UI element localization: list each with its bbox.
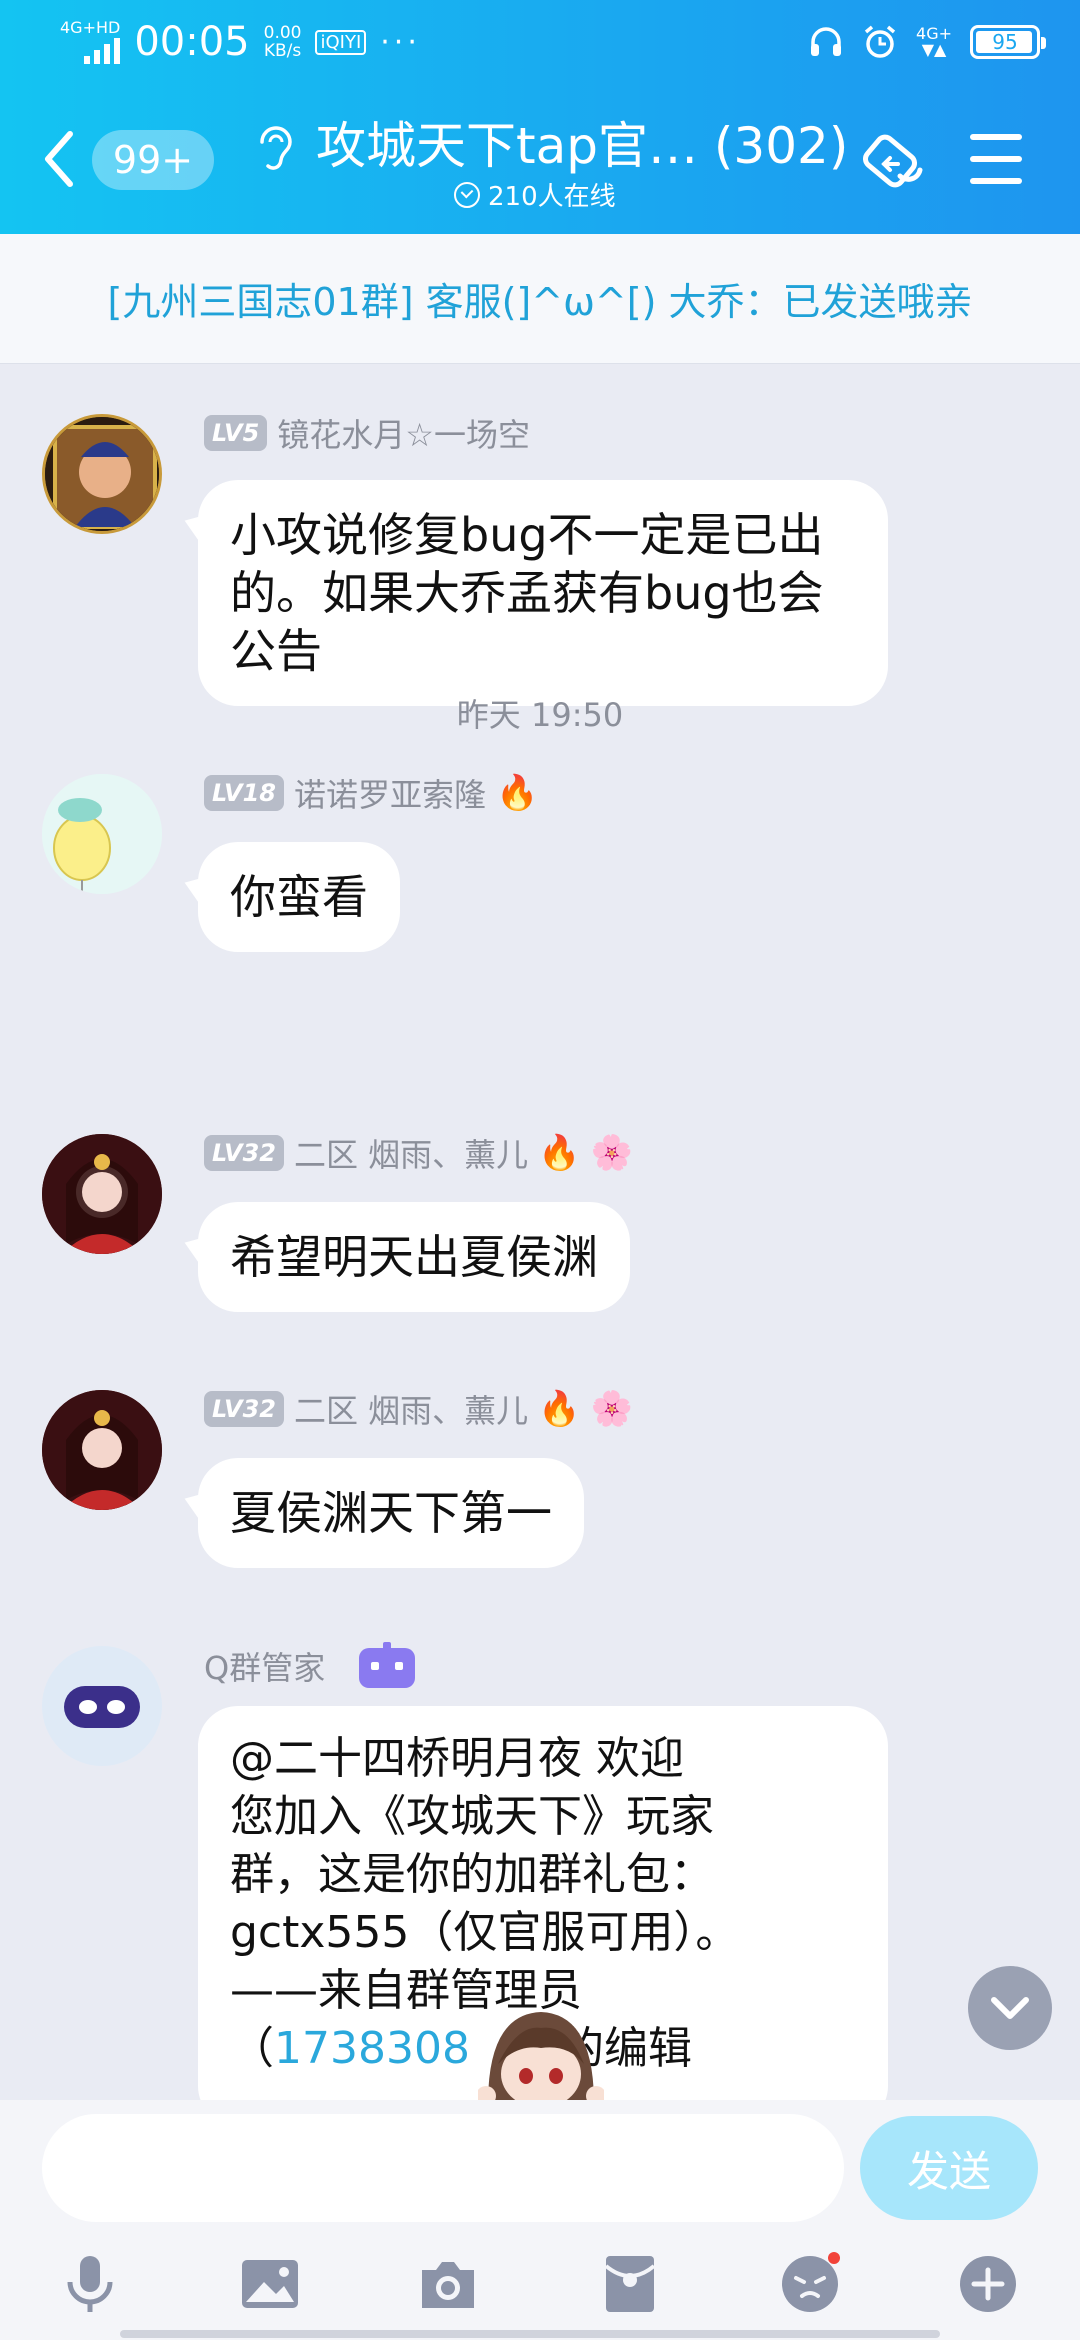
speed-unit: KB/s xyxy=(263,41,302,61)
network-speed: 0.00 KB/s xyxy=(264,24,302,60)
microphone-icon[interactable] xyxy=(58,2252,122,2316)
message-bubble[interactable]: 小攻说修复bug不一定是已出的。如果大乔孟获有bug也会公告 xyxy=(198,480,888,706)
message-line: 群，这是你的加群礼包： xyxy=(230,1849,714,1900)
sender-label: 二区 烟雨、薰儿 xyxy=(293,1136,529,1174)
level-badge: LV32 xyxy=(204,1391,284,1427)
flower-emoji-icon: 🌸 xyxy=(590,1133,633,1173)
group-title[interactable]: 攻城天下tap官… (302) xyxy=(316,106,848,178)
image-icon[interactable] xyxy=(238,2252,302,2316)
message-line: @二十四桥明月夜 欢迎 xyxy=(230,1733,684,1784)
alarm-icon xyxy=(864,25,896,58)
avatar-image xyxy=(45,417,159,531)
sender-label: 二区 烟雨、薰儿 xyxy=(293,1392,529,1430)
chat-header: 4G+HD 00:05 0.00 KB/s iQIYI ··· 4G+ ▼▲ 9… xyxy=(0,0,1080,234)
data-arrows-icon: ▼▲ xyxy=(921,40,947,59)
online-label: 210人在线 xyxy=(488,182,616,212)
avatar[interactable] xyxy=(42,1390,162,1510)
message-line: gctx555（仅官服可用）。 xyxy=(230,1907,740,1958)
floating-character-icon[interactable] xyxy=(478,2004,604,2100)
level-badge: LV32 xyxy=(204,1135,284,1171)
unread-count-badge[interactable]: 99+ xyxy=(92,130,214,190)
flower-emoji-icon: 🌸 xyxy=(590,1389,633,1429)
menu-icon[interactable] xyxy=(970,134,1022,184)
home-indicator xyxy=(120,2330,940,2338)
more-notifications: ··· xyxy=(380,24,421,60)
robot-badge-icon xyxy=(359,1642,416,1688)
iqiyi-icon: iQIYI xyxy=(315,29,367,55)
sender-label: 诺诺罗亚索隆 xyxy=(293,776,486,814)
level-badge: LV18 xyxy=(204,775,284,811)
sender-name: LV18 诺诺罗亚索隆 🔥 xyxy=(204,770,538,816)
fire-icon: 🔥 xyxy=(495,773,539,813)
signal-icon xyxy=(84,36,121,64)
send-button[interactable]: 发送 xyxy=(860,2116,1038,2220)
sender-name: LV32 二区 烟雨、薰儿 🔥 🌸 xyxy=(204,1386,633,1432)
avatar[interactable] xyxy=(42,414,162,534)
robot-avatar-icon xyxy=(42,1646,162,1766)
admin-qq-link[interactable]: 1738308 xyxy=(274,2023,470,2074)
speed-value: 0.00 xyxy=(263,23,302,43)
avatar[interactable] xyxy=(42,1134,162,1254)
ear-icon[interactable] xyxy=(252,120,296,176)
sender-name: LV32 二区 烟雨、薰儿 🔥 🌸 xyxy=(204,1130,633,1176)
fire-icon: 🔥 xyxy=(538,1133,581,1173)
tag-link-icon[interactable] xyxy=(858,126,934,202)
fire-icon: 🔥 xyxy=(538,1389,581,1429)
paren-open: （ xyxy=(230,2023,274,2074)
avatar-image xyxy=(42,774,162,894)
camera-icon[interactable] xyxy=(416,2252,480,2316)
online-count[interactable]: 210人在线 xyxy=(454,176,616,213)
avatar-image xyxy=(42,1134,162,1254)
timestamp: 昨天 19:50 xyxy=(456,696,624,734)
message-list[interactable]: LV5 镜花水月☆一场空 小攻说修复bug不一定是已出的。如果大乔孟获有bug也… xyxy=(0,364,1080,2100)
plus-icon[interactable] xyxy=(956,2252,1020,2316)
level-badge: LV5 xyxy=(204,415,268,451)
message-bubble[interactable]: 夏侯渊天下第一 xyxy=(198,1458,584,1568)
message-bubble[interactable]: 你蛮看 xyxy=(198,842,400,952)
toolbar xyxy=(0,2244,1080,2334)
chevron-down-icon xyxy=(454,181,480,208)
headphones-icon xyxy=(811,27,842,56)
battery-level: 95 xyxy=(992,30,1018,54)
red-packet-icon[interactable] xyxy=(598,2252,662,2316)
avatar[interactable] xyxy=(42,774,162,894)
chevron-down-icon xyxy=(991,1997,1029,2019)
sender-name: LV5 镜花水月☆一场空 xyxy=(204,410,530,456)
sender-label: 镜花水月☆一场空 xyxy=(277,416,530,454)
message-input[interactable] xyxy=(42,2114,844,2222)
message-line: 您加入《攻城天下》玩家 xyxy=(230,1791,714,1842)
input-bar: 发送 xyxy=(0,2100,1080,2340)
sender-label: Q群管家 xyxy=(204,1649,326,1687)
battery-icon: 95 xyxy=(970,25,1046,59)
avatar[interactable] xyxy=(42,1646,162,1766)
nav-bar: 99+ 攻城天下tap官… (302) 210人在线 xyxy=(0,84,1080,234)
back-icon[interactable] xyxy=(40,124,80,194)
clock: 00:05 xyxy=(134,19,250,65)
network-type: 4G+HD xyxy=(60,18,121,37)
emoji-icon[interactable] xyxy=(778,2252,842,2316)
avatar-image xyxy=(42,1390,162,1510)
status-bar: 4G+HD 00:05 0.00 KB/s iQIYI ··· 4G+ ▼▲ 9… xyxy=(0,0,1080,84)
notice-banner[interactable]: [九州三国志01群] 客服(]^ω^[) 大乔：已发送哦亲 xyxy=(0,234,1080,364)
message-bubble[interactable]: 希望明天出夏侯渊 xyxy=(198,1202,630,1312)
scroll-to-bottom-button[interactable] xyxy=(968,1966,1052,2050)
sender-name: Q群管家 xyxy=(204,1642,419,1690)
